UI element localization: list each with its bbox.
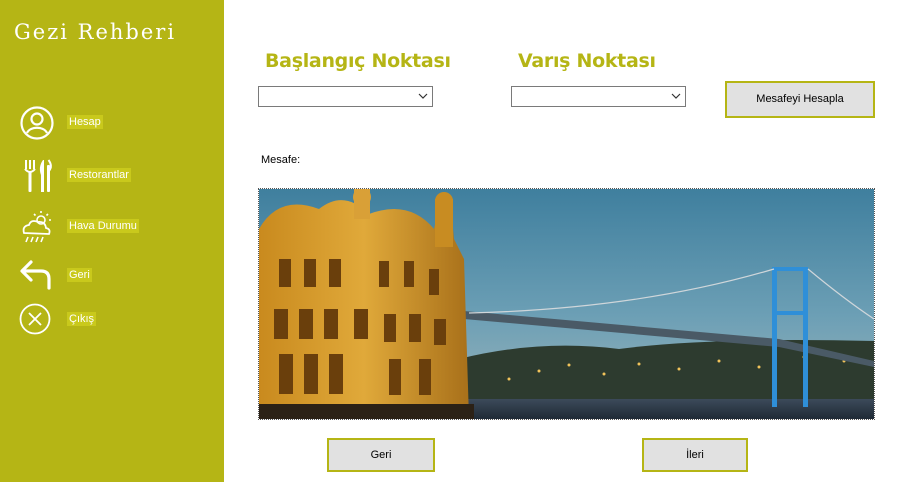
account-icon xyxy=(18,104,56,142)
sidebar-item-label: Restorantlar xyxy=(67,168,131,182)
close-circle-icon xyxy=(18,300,56,338)
back-button[interactable]: Geri xyxy=(327,438,435,472)
back-arrow-icon xyxy=(18,256,56,294)
sidebar-item-label: Geri xyxy=(67,268,92,282)
istanbul-photo xyxy=(258,188,875,420)
end-point-select[interactable] xyxy=(511,86,686,107)
chevron-down-icon xyxy=(671,93,681,99)
sidebar-item-restorantlar[interactable]: Restorantlar xyxy=(0,156,224,196)
distance-label: Mesafe: xyxy=(261,154,301,166)
fork-knife-icon xyxy=(18,157,56,195)
start-point-heading: Başlangıç Noktası xyxy=(265,50,451,72)
sidebar-item-label: Çıkış xyxy=(67,312,97,326)
next-button[interactable]: İleri xyxy=(642,438,748,472)
weather-icon xyxy=(18,208,56,246)
sidebar-item-label: Hesap xyxy=(67,115,103,129)
sidebar: Gezi Rehberi Hesap Restorantlar Hava Dur… xyxy=(0,0,224,482)
calculate-distance-button[interactable]: Mesafeyi Hesapla xyxy=(725,81,875,118)
app-title: Gezi Rehberi xyxy=(14,20,177,44)
sidebar-item-geri[interactable]: Geri xyxy=(0,256,224,296)
start-point-select[interactable] xyxy=(258,86,433,107)
sidebar-item-hesap[interactable]: Hesap xyxy=(0,104,224,144)
end-point-heading: Varış Noktası xyxy=(518,50,656,72)
sidebar-item-label: Hava Durumu xyxy=(67,219,139,233)
chevron-down-icon xyxy=(418,93,428,99)
sidebar-item-hava-durumu[interactable]: Hava Durumu xyxy=(0,207,224,247)
sidebar-item-cikis[interactable]: Çıkış xyxy=(0,300,224,340)
